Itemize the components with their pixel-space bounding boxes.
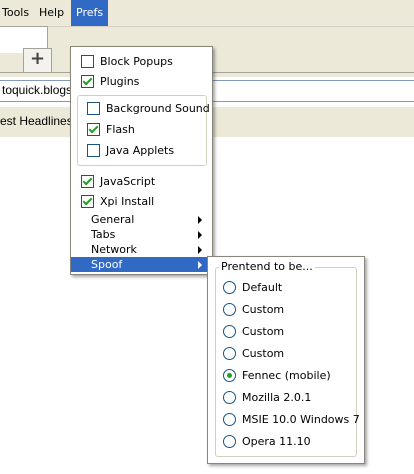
- menu-item-background-sound[interactable]: Background Sound: [87, 99, 210, 117]
- spoof-option-custom-1[interactable]: Custom: [223, 300, 284, 318]
- new-tab-button[interactable]: +: [23, 48, 52, 73]
- spoof-radio[interactable]: [223, 324, 236, 338]
- submenu-tabs[interactable]: Tabs: [71, 227, 210, 242]
- menu-help[interactable]: Help: [34, 0, 69, 26]
- spoof-option-label: Opera 11.10: [242, 434, 311, 448]
- menu-item-java-applets[interactable]: Java Applets: [87, 141, 174, 159]
- spoof-radio[interactable]: [223, 346, 236, 360]
- flash-checkbox[interactable]: [87, 122, 100, 136]
- spoof-option-custom-2[interactable]: Custom: [223, 322, 284, 340]
- spoof-radio[interactable]: [223, 412, 236, 426]
- spoof-radio[interactable]: [223, 280, 236, 294]
- background-sound-checkbox[interactable]: [87, 101, 100, 115]
- menu-bar: Tools Help Prefs: [0, 0, 414, 26]
- block-popups-label: Block Popups: [100, 54, 173, 68]
- menu-tools[interactable]: Tools: [0, 0, 34, 26]
- xpi-install-label: Xpi Install: [100, 194, 155, 208]
- menu-item-xpi-install[interactable]: Xpi Install: [81, 192, 154, 210]
- chevron-right-icon: [198, 261, 202, 269]
- spoof-option-default[interactable]: Default: [223, 278, 282, 296]
- spoof-option-msie[interactable]: MSIE 10.0 Windows 7: [223, 410, 360, 428]
- spoof-radio[interactable]: [223, 302, 236, 316]
- javascript-label: JavaScript: [100, 174, 156, 188]
- javascript-checkbox[interactable]: [81, 174, 94, 188]
- submenu-network[interactable]: Network: [71, 242, 210, 257]
- spoof-group-legend: Prentend to be...: [219, 260, 315, 273]
- submenu-spoof-label: Spoof: [91, 258, 123, 271]
- spoof-option-label: MSIE 10.0 Windows 7: [242, 412, 360, 426]
- spoof-option-label: Custom: [242, 346, 285, 360]
- spoof-option-label: Default: [242, 280, 283, 294]
- spoof-option-label: Mozilla 2.0.1: [242, 390, 312, 404]
- spoof-option-mozilla[interactable]: Mozilla 2.0.1: [223, 388, 311, 406]
- submenu-network-label: Network: [91, 243, 137, 256]
- plugins-group: Background Sound Flash Java Applets: [77, 95, 210, 166]
- spoof-submenu: Prentend to be... Default Custom Custom …: [207, 256, 365, 464]
- flash-label: Flash: [106, 122, 135, 136]
- menu-item-javascript[interactable]: JavaScript: [81, 172, 155, 190]
- spoof-option-label: Custom: [242, 302, 285, 316]
- spoof-option-fennec[interactable]: Fennec (mobile): [223, 366, 331, 384]
- spoof-radio[interactable]: [223, 368, 236, 382]
- xpi-install-checkbox[interactable]: [81, 194, 94, 208]
- submenu-spoof[interactable]: Spoof: [71, 257, 210, 272]
- spoof-option-label: Fennec (mobile): [242, 368, 331, 382]
- submenu-tabs-label: Tabs: [91, 228, 116, 241]
- menu-prefs[interactable]: Prefs: [71, 0, 109, 26]
- spoof-option-custom-3[interactable]: Custom: [223, 344, 284, 362]
- spoof-option-label: Custom: [242, 324, 285, 338]
- java-applets-label: Java Applets: [106, 143, 175, 157]
- menu-item-block-popups[interactable]: Block Popups: [81, 52, 173, 70]
- spoof-radio[interactable]: [223, 390, 236, 404]
- plugins-label: Plugins: [100, 74, 140, 88]
- chevron-right-icon: [198, 231, 202, 239]
- spoof-radio[interactable]: [223, 434, 236, 448]
- bookmark-item-headlines[interactable]: est Headlines: [0, 114, 73, 128]
- prefs-dropdown-menu: Block Popups Plugins Background Sound Fl…: [70, 46, 213, 275]
- chevron-right-icon: [198, 246, 202, 254]
- chevron-right-icon: [198, 216, 202, 224]
- java-applets-checkbox[interactable]: [87, 143, 100, 157]
- submenu-general-label: General: [91, 213, 135, 226]
- spoof-option-opera[interactable]: Opera 11.10: [223, 432, 311, 450]
- block-popups-checkbox[interactable]: [81, 54, 94, 68]
- menu-item-plugins[interactable]: Plugins: [81, 72, 139, 90]
- url-text: toquick.blogsp: [2, 83, 79, 97]
- menu-item-flash[interactable]: Flash: [87, 120, 135, 138]
- plugins-checkbox[interactable]: [81, 74, 94, 88]
- submenu-general[interactable]: General: [71, 212, 210, 227]
- background-sound-label: Background Sound: [106, 101, 210, 115]
